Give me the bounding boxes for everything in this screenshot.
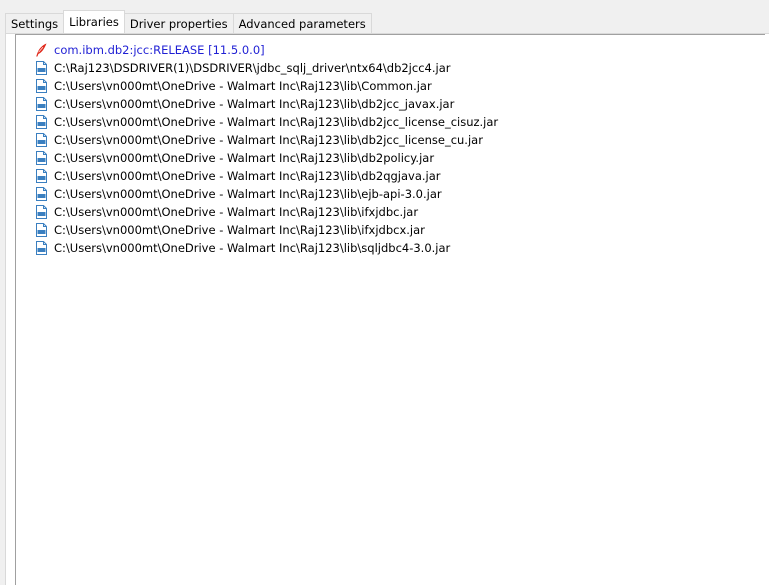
tab-bar: Settings Libraries Driver properties Adv… xyxy=(5,10,372,33)
jar-file-icon xyxy=(36,169,47,183)
library-item-label: C:\Users\vn000mt\OneDrive - Walmart Inc\… xyxy=(54,205,419,219)
library-item-file[interactable]: C:\Users\vn000mt\OneDrive - Walmart Inc\… xyxy=(16,113,765,131)
library-item-label: C:\Users\vn000mt\OneDrive - Walmart Inc\… xyxy=(54,187,442,201)
library-item-file[interactable]: C:\Users\vn000mt\OneDrive - Walmart Inc\… xyxy=(16,131,765,149)
jar-file-icon xyxy=(36,205,47,219)
tab-settings[interactable]: Settings xyxy=(5,13,65,33)
library-item-file[interactable]: C:\Users\vn000mt\OneDrive - Walmart Inc\… xyxy=(16,239,765,257)
library-item-label: C:\Users\vn000mt\OneDrive - Walmart Inc\… xyxy=(54,133,483,147)
library-item-label: C:\Users\vn000mt\OneDrive - Walmart Inc\… xyxy=(54,151,435,165)
library-item-file[interactable]: C:\Users\vn000mt\OneDrive - Walmart Inc\… xyxy=(16,221,765,239)
library-item-label: C:\Users\vn000mt\OneDrive - Walmart Inc\… xyxy=(54,79,432,93)
library-item-label: C:\Users\vn000mt\OneDrive - Walmart Inc\… xyxy=(54,169,441,183)
library-item-label: C:\Users\vn000mt\OneDrive - Walmart Inc\… xyxy=(54,97,455,111)
jar-file-icon xyxy=(36,97,47,111)
library-item-file[interactable]: C:\Raj123\DSDRIVER(1)\DSDRIVER\jdbc_sqlj… xyxy=(16,59,765,77)
jar-file-icon xyxy=(36,223,47,237)
jar-file-icon xyxy=(36,151,47,165)
driver-settings-window: Settings Libraries Driver properties Adv… xyxy=(0,0,769,585)
jar-file-icon xyxy=(36,133,47,147)
tab-libraries[interactable]: Libraries xyxy=(63,10,125,33)
library-item-file[interactable]: C:\Users\vn000mt\OneDrive - Walmart Inc\… xyxy=(16,149,765,167)
library-item-file[interactable]: C:\Users\vn000mt\OneDrive - Walmart Inc\… xyxy=(16,203,765,221)
library-item-driver-artifact[interactable]: com.ibm.db2:jcc:RELEASE [11.5.0.0] xyxy=(16,41,765,59)
library-item-file[interactable]: C:\Users\vn000mt\OneDrive - Walmart Inc\… xyxy=(16,77,765,95)
jar-file-icon xyxy=(36,115,47,129)
tab-driver-properties[interactable]: Driver properties xyxy=(123,13,234,33)
library-item-file[interactable]: C:\Users\vn000mt\OneDrive - Walmart Inc\… xyxy=(16,95,765,113)
library-item-label: C:\Raj123\DSDRIVER(1)\DSDRIVER\jdbc_sqlj… xyxy=(54,61,451,75)
library-item-label: com.ibm.db2:jcc:RELEASE [11.5.0.0] xyxy=(54,43,265,57)
libraries-tree[interactable]: com.ibm.db2:jcc:RELEASE [11.5.0.0] C:\Ra… xyxy=(15,34,765,585)
jar-file-icon xyxy=(36,241,47,255)
tab-advanced-parameters[interactable]: Advanced parameters xyxy=(232,13,372,33)
library-item-label: C:\Users\vn000mt\OneDrive - Walmart Inc\… xyxy=(54,115,499,129)
library-item-file[interactable]: C:\Users\vn000mt\OneDrive - Walmart Inc\… xyxy=(16,167,765,185)
jar-file-icon xyxy=(36,61,47,75)
library-item-file[interactable]: C:\Users\vn000mt\OneDrive - Walmart Inc\… xyxy=(16,185,765,203)
library-item-label: C:\Users\vn000mt\OneDrive - Walmart Inc\… xyxy=(54,223,425,237)
jar-file-icon xyxy=(36,79,47,93)
library-item-label: C:\Users\vn000mt\OneDrive - Walmart Inc\… xyxy=(54,241,451,255)
jar-file-icon xyxy=(36,187,47,201)
maven-feather-icon xyxy=(36,43,47,57)
libraries-panel: com.ibm.db2:jcc:RELEASE [11.5.0.0] C:\Ra… xyxy=(5,33,769,585)
